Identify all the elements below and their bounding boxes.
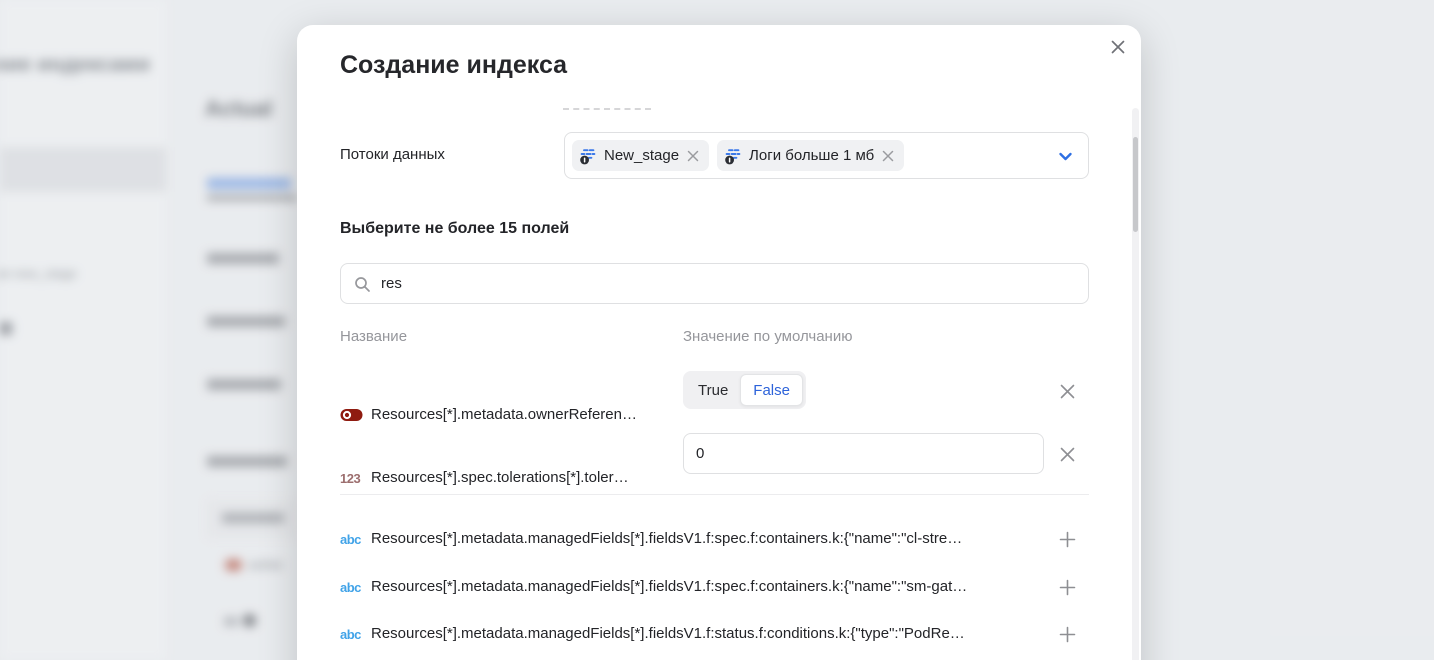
search-icon	[354, 276, 371, 293]
stream-tag: New_stage	[572, 140, 709, 171]
remove-tag-button[interactable]	[686, 149, 700, 163]
data-streams-label: Потоки данных	[340, 146, 445, 163]
stream-tag: Логи больше 1 мб	[717, 140, 904, 171]
section-divider	[340, 494, 1089, 495]
plus-icon	[1058, 530, 1077, 549]
data-streams-select[interactable]: New_stage Логи больше 1 мб	[564, 132, 1089, 179]
create-index-dialog: Создание индекса Потоки данных New_stage	[297, 25, 1141, 660]
add-field-button[interactable]	[1056, 623, 1078, 645]
stream-tag-label: New_stage	[604, 147, 679, 164]
close-icon	[1058, 382, 1077, 401]
number-default-input[interactable]	[683, 433, 1044, 474]
add-field-button[interactable]	[1056, 528, 1078, 550]
suggested-field-name: Resources[*].metadata.managedFields[*].f…	[371, 578, 967, 595]
scrollbar-thumb[interactable]	[1133, 137, 1138, 232]
remove-field-button[interactable]	[1056, 443, 1078, 465]
scrolled-element-fragment	[563, 107, 651, 110]
scrollbar-track[interactable]	[1132, 108, 1139, 660]
option-false[interactable]: False	[740, 374, 803, 406]
string-type-icon: abc	[340, 532, 361, 547]
remove-tag-button[interactable]	[881, 149, 895, 163]
boolean-default-segmented-control: True False	[683, 371, 806, 409]
dialog-title: Создание индекса	[340, 49, 567, 81]
string-type-icon: abc	[340, 580, 361, 595]
suggested-field-name: Resources[*].metadata.managedFields[*].f…	[371, 530, 962, 547]
string-type-icon: abc	[340, 627, 361, 642]
select-dropdown-button[interactable]	[1056, 147, 1075, 166]
column-header-default-value: Значение по умолчанию	[683, 328, 852, 345]
close-icon	[1058, 445, 1077, 464]
field-search	[340, 263, 1089, 304]
plus-icon	[1058, 578, 1077, 597]
column-header-name: Название	[340, 328, 407, 345]
search-input[interactable]	[381, 264, 1081, 303]
boolean-type-icon	[340, 408, 363, 422]
add-field-button[interactable]	[1056, 576, 1078, 598]
chevron-down-icon	[1056, 147, 1075, 166]
fields-section-heading: Выберите не более 15 полей	[340, 220, 569, 238]
close-button[interactable]	[1104, 33, 1132, 61]
field-name: Resources[*].metadata.ownerReferen…	[371, 406, 637, 423]
option-true[interactable]: True	[686, 374, 740, 406]
plus-icon	[1058, 625, 1077, 644]
remove-field-button[interactable]	[1056, 380, 1078, 402]
field-name: Resources[*].spec.tolerations[*].toler…	[371, 469, 629, 486]
suggested-field-name: Resources[*].metadata.managedFields[*].f…	[371, 625, 965, 642]
data-stream-icon	[579, 147, 597, 165]
stream-tag-label: Логи больше 1 мб	[749, 147, 874, 164]
data-stream-icon	[724, 147, 742, 165]
number-type-icon: 123	[340, 471, 360, 486]
close-icon	[1109, 38, 1127, 56]
